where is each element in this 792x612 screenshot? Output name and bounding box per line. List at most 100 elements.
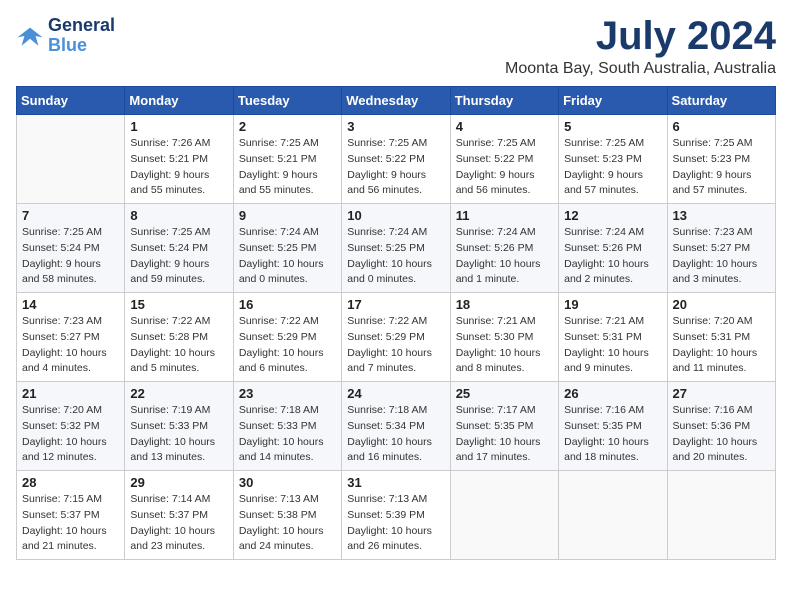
day-number: 1: [130, 119, 227, 134]
calendar-cell: 25 Sunrise: 7:17 AMSunset: 5:35 PMDayligh…: [450, 382, 558, 471]
calendar-cell: 11 Sunrise: 7:24 AMSunset: 5:26 PMDayligh…: [450, 204, 558, 293]
day-info: Sunrise: 7:24 AMSunset: 5:25 PMDaylight:…: [347, 225, 444, 288]
day-number: 22: [130, 386, 227, 401]
day-info: Sunrise: 7:25 AMSunset: 5:24 PMDaylight:…: [22, 225, 119, 288]
page-header: General Blue July 2024 Moonta Bay, South…: [16, 16, 776, 78]
day-info: Sunrise: 7:16 AMSunset: 5:36 PMDaylight:…: [673, 403, 770, 466]
day-info: Sunrise: 7:25 AMSunset: 5:22 PMDaylight:…: [347, 136, 444, 199]
calendar-cell: [17, 115, 125, 204]
day-info: Sunrise: 7:25 AMSunset: 5:24 PMDaylight:…: [130, 225, 227, 288]
calendar-cell: 20 Sunrise: 7:20 AMSunset: 5:31 PMDayligh…: [667, 293, 775, 382]
day-number: 27: [673, 386, 770, 401]
title-block: July 2024 Moonta Bay, South Australia, A…: [505, 16, 776, 78]
day-info: Sunrise: 7:20 AMSunset: 5:32 PMDaylight:…: [22, 403, 119, 466]
day-number: 18: [456, 297, 553, 312]
day-number: 16: [239, 297, 336, 312]
day-number: 3: [347, 119, 444, 134]
calendar-cell: 15Sunrise: 7:22 AMSunset: 5:28 PMDayligh…: [125, 293, 233, 382]
day-info: Sunrise: 7:13 AMSunset: 5:38 PMDaylight:…: [239, 492, 336, 555]
day-number: 10: [347, 208, 444, 223]
day-info: Sunrise: 7:24 AMSunset: 5:26 PMDaylight:…: [564, 225, 661, 288]
calendar-cell: 19 Sunrise: 7:21 AMSunset: 5:31 PMDayligh…: [559, 293, 667, 382]
day-number: 24: [347, 386, 444, 401]
day-number: 20: [673, 297, 770, 312]
day-number: 15: [130, 297, 227, 312]
calendar-week-row: 14 Sunrise: 7:23 AMSunset: 5:27 PMDayligh…: [17, 293, 776, 382]
day-info: Sunrise: 7:21 AMSunset: 5:30 PMDaylight:…: [456, 314, 553, 377]
calendar-cell: 17Sunrise: 7:22 AMSunset: 5:29 PMDayligh…: [342, 293, 450, 382]
logo-text: General Blue: [48, 16, 115, 56]
day-number: 9: [239, 208, 336, 223]
calendar-cell: [559, 471, 667, 560]
calendar-week-row: 21 Sunrise: 7:20 AMSunset: 5:32 PMDayligh…: [17, 382, 776, 471]
calendar-cell: 1 Sunrise: 7:26 AMSunset: 5:21 PMDaylight…: [125, 115, 233, 204]
calendar-cell: 8 Sunrise: 7:25 AMSunset: 5:24 PMDaylight…: [125, 204, 233, 293]
weekday-header-row: SundayMondayTuesdayWednesdayThursdayFrid…: [17, 87, 776, 115]
day-info: Sunrise: 7:19 AMSunset: 5:33 PMDaylight:…: [130, 403, 227, 466]
day-info: Sunrise: 7:22 AMSunset: 5:29 PMDaylight:…: [347, 314, 444, 377]
weekday-header: Sunday: [17, 87, 125, 115]
calendar-cell: 12Sunrise: 7:24 AMSunset: 5:26 PMDayligh…: [559, 204, 667, 293]
calendar-cell: 30 Sunrise: 7:13 AMSunset: 5:38 PMDayligh…: [233, 471, 341, 560]
day-number: 28: [22, 475, 119, 490]
day-info: Sunrise: 7:20 AMSunset: 5:31 PMDaylight:…: [673, 314, 770, 377]
day-info: Sunrise: 7:24 AMSunset: 5:26 PMDaylight:…: [456, 225, 553, 288]
calendar-week-row: 1 Sunrise: 7:26 AMSunset: 5:21 PMDaylight…: [17, 115, 776, 204]
day-info: Sunrise: 7:13 AMSunset: 5:39 PMDaylight:…: [347, 492, 444, 555]
day-number: 25: [456, 386, 553, 401]
calendar-body: 1 Sunrise: 7:26 AMSunset: 5:21 PMDaylight…: [17, 115, 776, 560]
day-number: 26: [564, 386, 661, 401]
calendar-cell: 27 Sunrise: 7:16 AMSunset: 5:36 PMDayligh…: [667, 382, 775, 471]
day-info: Sunrise: 7:18 AMSunset: 5:33 PMDaylight:…: [239, 403, 336, 466]
day-info: Sunrise: 7:22 AMSunset: 5:29 PMDaylight:…: [239, 314, 336, 377]
day-number: 14: [22, 297, 119, 312]
day-info: Sunrise: 7:14 AMSunset: 5:37 PMDaylight:…: [130, 492, 227, 555]
day-info: Sunrise: 7:17 AMSunset: 5:35 PMDaylight:…: [456, 403, 553, 466]
logo: General Blue: [16, 16, 115, 56]
calendar-cell: 9 Sunrise: 7:24 AMSunset: 5:25 PMDaylight…: [233, 204, 341, 293]
day-info: Sunrise: 7:23 AMSunset: 5:27 PMDaylight:…: [673, 225, 770, 288]
day-info: Sunrise: 7:18 AMSunset: 5:34 PMDaylight:…: [347, 403, 444, 466]
weekday-header: Friday: [559, 87, 667, 115]
calendar-cell: 24 Sunrise: 7:18 AMSunset: 5:34 PMDayligh…: [342, 382, 450, 471]
month-title: July 2024: [505, 16, 776, 56]
day-info: Sunrise: 7:24 AMSunset: 5:25 PMDaylight:…: [239, 225, 336, 288]
calendar-cell: [450, 471, 558, 560]
calendar-cell: 13Sunrise: 7:23 AMSunset: 5:27 PMDayligh…: [667, 204, 775, 293]
day-number: 11: [456, 208, 553, 223]
day-info: Sunrise: 7:23 AMSunset: 5:27 PMDaylight:…: [22, 314, 119, 377]
calendar-week-row: 7 Sunrise: 7:25 AMSunset: 5:24 PMDaylight…: [17, 204, 776, 293]
day-info: Sunrise: 7:21 AMSunset: 5:31 PMDaylight:…: [564, 314, 661, 377]
day-number: 30: [239, 475, 336, 490]
calendar-cell: 3 Sunrise: 7:25 AMSunset: 5:22 PMDaylight…: [342, 115, 450, 204]
day-info: Sunrise: 7:26 AMSunset: 5:21 PMDaylight:…: [130, 136, 227, 199]
calendar-week-row: 28 Sunrise: 7:15 AMSunset: 5:37 PMDayligh…: [17, 471, 776, 560]
calendar-cell: 23 Sunrise: 7:18 AMSunset: 5:33 PMDayligh…: [233, 382, 341, 471]
day-number: 2: [239, 119, 336, 134]
day-info: Sunrise: 7:25 AMSunset: 5:22 PMDaylight:…: [456, 136, 553, 199]
day-info: Sunrise: 7:25 AMSunset: 5:23 PMDaylight:…: [564, 136, 661, 199]
weekday-header: Monday: [125, 87, 233, 115]
day-info: Sunrise: 7:16 AMSunset: 5:35 PMDaylight:…: [564, 403, 661, 466]
logo-icon: [16, 22, 44, 50]
day-number: 21: [22, 386, 119, 401]
weekday-header: Thursday: [450, 87, 558, 115]
day-number: 19: [564, 297, 661, 312]
calendar-cell: 31 Sunrise: 7:13 AMSunset: 5:39 PMDayligh…: [342, 471, 450, 560]
day-number: 5: [564, 119, 661, 134]
calendar-table: SundayMondayTuesdayWednesdayThursdayFrid…: [16, 86, 776, 560]
weekday-header: Wednesday: [342, 87, 450, 115]
day-number: 7: [22, 208, 119, 223]
day-number: 8: [130, 208, 227, 223]
calendar-cell: 10 Sunrise: 7:24 AMSunset: 5:25 PMDayligh…: [342, 204, 450, 293]
day-info: Sunrise: 7:25 AMSunset: 5:23 PMDaylight:…: [673, 136, 770, 199]
day-number: 31: [347, 475, 444, 490]
calendar-cell: 2Sunrise: 7:25 AMSunset: 5:21 PMDaylight…: [233, 115, 341, 204]
day-number: 29: [130, 475, 227, 490]
weekday-header: Saturday: [667, 87, 775, 115]
day-info: Sunrise: 7:15 AMSunset: 5:37 PMDaylight:…: [22, 492, 119, 555]
calendar-cell: 22 Sunrise: 7:19 AMSunset: 5:33 PMDayligh…: [125, 382, 233, 471]
day-number: 6: [673, 119, 770, 134]
day-number: 23: [239, 386, 336, 401]
calendar-cell: 5 Sunrise: 7:25 AMSunset: 5:23 PMDaylight…: [559, 115, 667, 204]
